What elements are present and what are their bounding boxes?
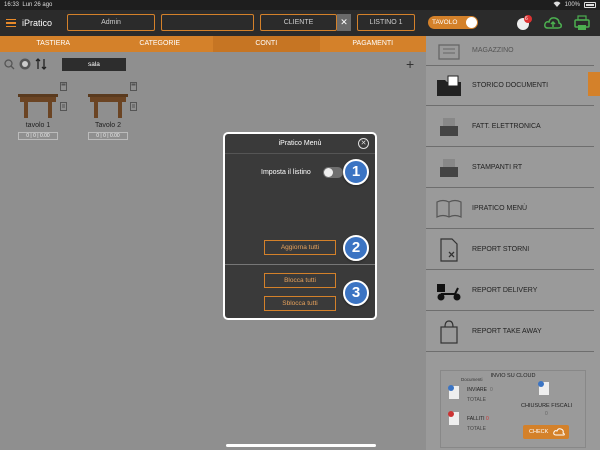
step-marker-1: 1 [343, 159, 369, 185]
sort-icon[interactable] [35, 58, 47, 72]
receipt-icon [130, 102, 137, 113]
menu-item-report-delivery[interactable]: REPORT DELIVERY [426, 271, 594, 311]
fiscal-closure-icon [537, 379, 551, 399]
operator-field[interactable]: Admin [67, 14, 155, 31]
menu-item-fatt-elettronica[interactable]: FATT. ELETTRONICA [426, 107, 594, 147]
failed-icon [447, 409, 461, 429]
to-send-label: INVIARE [467, 387, 488, 393]
main-tabs: TASTIERA CATEGORIE CONTI PAGAMENTI [0, 36, 426, 52]
notification-count: 6 [525, 16, 528, 22]
register-icon [426, 116, 472, 138]
menu-item-label: REPORT TAKE AWAY [472, 328, 542, 335]
table-icon [18, 94, 58, 122]
table-summary: 0 | 0 | 0.00 [88, 132, 128, 140]
receipt-icon [60, 102, 67, 113]
scooter-icon [426, 280, 472, 302]
table-name: tavolo 1 [25, 122, 51, 129]
search-icon[interactable] [4, 58, 15, 72]
menu-item-label: IPRATICO MENÙ [472, 205, 528, 212]
cloud-upload-icon[interactable] [544, 15, 562, 31]
wifi-icon [553, 1, 561, 9]
toggle-knob [466, 17, 477, 28]
menu-item-report-storni[interactable]: REPORT STORNI [426, 230, 594, 270]
check-button-label: CHECK [529, 429, 549, 435]
fiscal-closures-label: CHIUSURE FISCALI [521, 403, 573, 409]
tavolo-toggle-label: TAVOLO [432, 19, 458, 26]
warehouse-icon [426, 41, 472, 61]
menu-item-label: FATT. ELETTRONICA [472, 123, 541, 130]
dialog-divider [225, 264, 375, 265]
table-icon [88, 94, 128, 122]
dialog-header: iPratico Menù ✕ [225, 134, 375, 154]
close-icon[interactable]: ✕ [358, 138, 369, 149]
app-logo: iPratico [22, 18, 53, 28]
fiscal-closures-count: 0 [545, 411, 548, 417]
table-summary: 0 | 0 | 0.00 [18, 132, 58, 140]
update-all-button[interactable]: Aggiorna tutti [264, 240, 336, 255]
printer-icon [426, 157, 472, 179]
search-field[interactable] [161, 14, 254, 31]
folder-icon [426, 75, 472, 97]
price-list-field[interactable]: LISTINO 1 [357, 14, 415, 31]
to-send-count: 0 [490, 387, 493, 393]
step-marker-3: 3 [343, 280, 369, 306]
total-label: TOTALE [467, 397, 486, 403]
calculator-icon [60, 82, 67, 93]
menu-item-label: STAMPANTI RT [472, 164, 523, 171]
room-selector[interactable]: sala [62, 58, 126, 71]
top-bar: iPratico Admin CLIENTE ✕ LISTINO 1 TAVOL… [0, 10, 600, 36]
table-name: Tavolo 2 [94, 122, 122, 129]
lock-all-button[interactable]: Blocca tutti [264, 273, 336, 288]
cloud-icon [553, 428, 565, 442]
menu-item-label: REPORT DELIVERY [472, 287, 538, 294]
set-price-list-label: Imposta il listino [261, 169, 311, 176]
pending-icon [447, 383, 461, 403]
unlock-all-button[interactable]: Sblocca tutti [264, 296, 336, 311]
menu-item-report-take-away[interactable]: REPORT TAKE AWAY [426, 312, 594, 352]
table-card-2[interactable]: Tavolo 2 0 | 0 | 0.00 [88, 92, 138, 142]
step-marker-2: 2 [343, 235, 369, 261]
total-label: TOTALE [467, 426, 486, 432]
document-icon [426, 237, 472, 262]
menu-item-storico-documenti[interactable]: STORICO DOCUMENTI [426, 66, 594, 106]
menu-item-label: STORICO DOCUMENTI [472, 82, 549, 89]
tab-pagamenti[interactable]: PAGAMENTI [320, 36, 427, 52]
clear-customer-button[interactable]: ✕ [337, 14, 351, 31]
printer-status-icon[interactable] [574, 15, 590, 31]
bag-icon [426, 319, 472, 344]
side-panel-handle[interactable] [588, 72, 600, 96]
battery-icon [584, 2, 596, 8]
menu-item-magazzino[interactable]: MAGAZZINO [426, 36, 594, 66]
dialog-title: iPratico Menù [278, 140, 322, 147]
menu-item-label: MAGAZZINO [472, 47, 514, 54]
check-button[interactable]: CHECK [523, 425, 569, 439]
failed-label: FALLITI [467, 416, 485, 422]
tavolo-toggle[interactable]: TAVOLO [428, 16, 478, 29]
menu-item-stampanti-rt[interactable]: STAMPANTI RT [426, 148, 594, 188]
documents-label: Documenti [461, 377, 483, 382]
cloud-sync-box: INVIO SU CLOUD Documenti INVIARE 0 TOTAL… [440, 370, 586, 448]
calculator-icon [130, 82, 137, 93]
menu-icon[interactable] [0, 10, 22, 36]
table-card-1[interactable]: tavolo 1 0 | 0 | 0.00 [18, 92, 68, 142]
tab-conti[interactable]: CONTI [213, 36, 320, 52]
toggle-knob [324, 168, 333, 177]
view-toggle-icon[interactable] [19, 58, 31, 72]
home-indicator[interactable] [226, 444, 376, 447]
customer-field[interactable]: CLIENTE [260, 14, 337, 31]
status-date: Lun 26 ago [22, 2, 53, 8]
set-price-list-toggle[interactable] [323, 167, 343, 178]
notifications-icon[interactable] [516, 15, 532, 31]
tables-toolbar [4, 58, 47, 72]
menu-item-ipratico-menu[interactable]: IPRATICO MENÙ [426, 189, 594, 229]
battery-percent: 100% [564, 2, 580, 8]
status-time: 16:33 [4, 2, 20, 8]
add-table-button[interactable]: + [406, 56, 414, 72]
failed-count: 0 [486, 416, 489, 422]
tab-categorie[interactable]: CATEGORIE [107, 36, 214, 52]
tab-tastiera[interactable]: TASTIERA [0, 36, 107, 52]
status-bar: 16:33 Lun 26 ago 100% [0, 0, 600, 10]
book-icon [426, 199, 472, 219]
menu-item-label: REPORT STORNI [472, 246, 530, 253]
